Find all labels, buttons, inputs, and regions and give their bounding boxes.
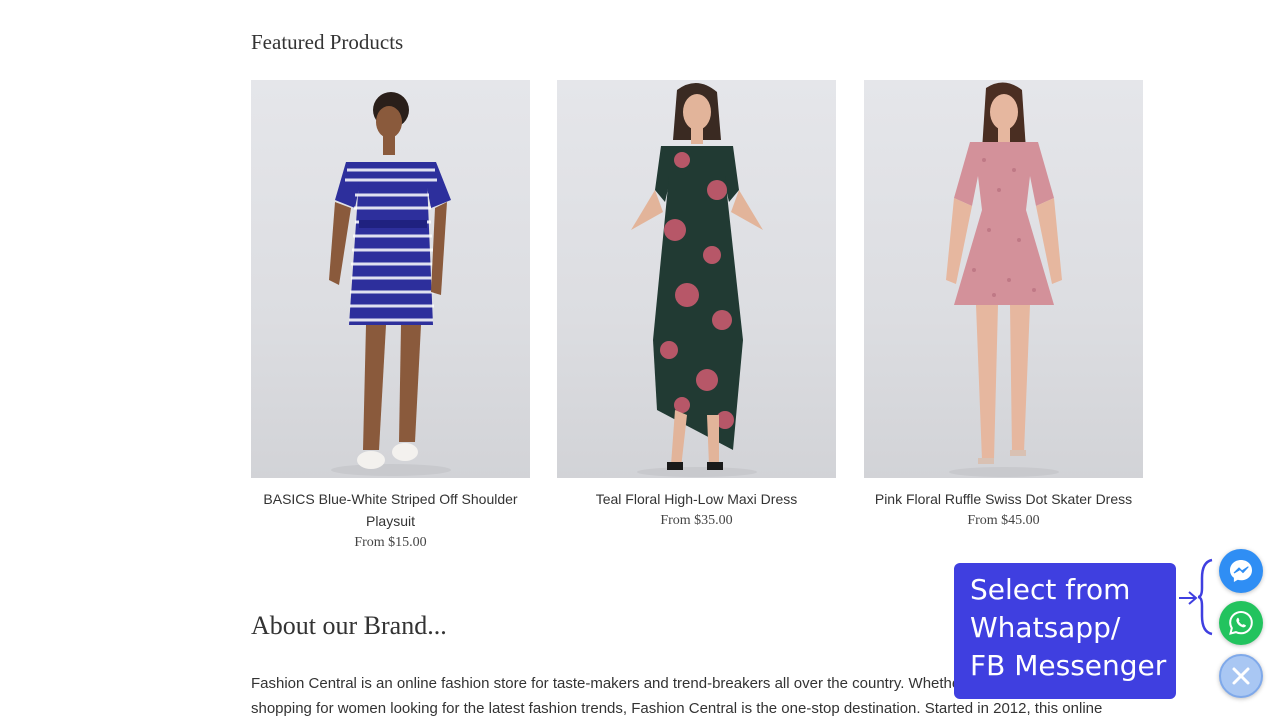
close-chat-button[interactable] [1219,654,1263,698]
product-photo-striped-playsuit [329,92,451,476]
tooltip-line: Select from [970,573,1131,606]
product-price: From $35.00 [660,513,733,528]
product-photo-pink-skater-dress [946,82,1062,477]
product-image[interactable] [864,80,1143,478]
product-card[interactable]: Teal Floral High-Low Maxi Dress From $35… [557,80,836,532]
whatsapp-button[interactable] [1219,601,1263,645]
product-image[interactable] [251,80,530,478]
product-photo-teal-maxi-dress [631,82,763,477]
messenger-button[interactable] [1219,549,1263,593]
tooltip-line: FB Messenger [970,649,1167,682]
featured-products-heading: Featured Products [251,30,404,54]
tooltip-line: Whatsapp/ [970,611,1121,644]
messenger-icon [1230,560,1252,582]
product-name[interactable]: Teal Floral High-Low Maxi Dress [557,488,836,510]
product-image[interactable] [557,80,836,478]
bracket-icon [1197,558,1213,636]
product-price: From $45.00 [967,513,1040,528]
about-line: shopping for women looking for the lates… [251,700,1103,717]
product-price: From $15.00 [354,535,427,550]
product-name[interactable]: Pink Floral Ruffle Swiss Dot Skater Dres… [864,488,1143,510]
product-card[interactable]: Pink Floral Ruffle Swiss Dot Skater Dres… [864,80,1143,532]
chat-select-tooltip: Select from Whatsapp/ FB Messenger [954,563,1176,699]
product-name[interactable]: BASICS Blue-White Striped Off Shoulder P… [251,488,530,532]
about-brand-heading: About our Brand... [251,611,447,640]
whatsapp-icon [1229,610,1253,635]
product-card[interactable]: BASICS Blue-White Striped Off Shoulder P… [251,80,530,554]
close-icon [1232,667,1250,685]
